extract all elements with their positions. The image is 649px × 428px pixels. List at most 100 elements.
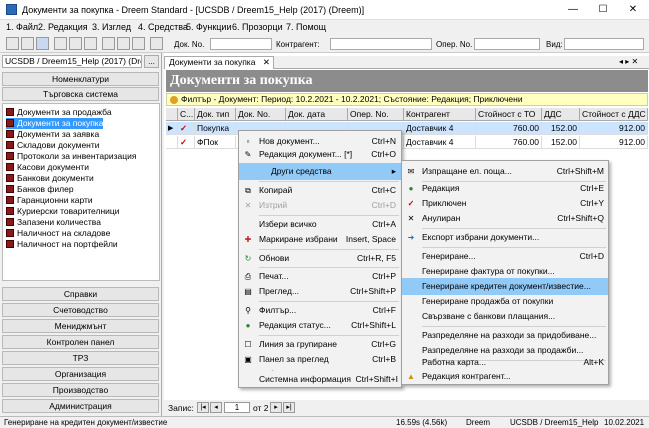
pin-icon: ✚: [244, 235, 252, 244]
tree-item[interactable]: Наличност на складове: [6, 228, 110, 239]
tree-item[interactable]: Документи за продажба: [6, 107, 112, 118]
tree-item[interactable]: Наличност на портфейли: [6, 239, 118, 250]
tree-item-selected[interactable]: Документи за покупка: [6, 118, 104, 129]
menu-item-refresh[interactable]: ↻ Обнови Ctrl+R, F5: [239, 250, 401, 267]
context-menu: ▫ Нов документ... Ctrl+N ✎ Редакция докумен…: [238, 130, 402, 388]
nav-schetovodstvo[interactable]: Счетоводство: [2, 303, 159, 317]
navigation-panel: UCSDB / Dreem15_Help (2017) (Dree ... Но…: [0, 53, 162, 416]
value-vat-cell: 912.00: [580, 136, 648, 149]
database-more-button[interactable]: ...: [144, 55, 159, 68]
menu-help[interactable]: 7. Помощ: [286, 22, 326, 32]
tree-item[interactable]: Касови документи: [6, 162, 89, 173]
preview-icon[interactable]: [117, 37, 130, 50]
last-record-icon[interactable]: ▸|: [283, 402, 295, 413]
menu-view[interactable]: 3. Изглед: [92, 22, 131, 32]
first-record-icon[interactable]: |◂: [197, 402, 209, 413]
column-header[interactable]: Опер. No.: [348, 108, 404, 121]
menu-item-edit-document[interactable]: ✎ Редакция документ... [*] Ctrl+O: [239, 146, 401, 163]
menu-tools[interactable]: 4. Средства: [138, 22, 188, 32]
record-input[interactable]: 1: [224, 402, 250, 413]
status-database: UCSDB / Dreem15_Help: [510, 418, 599, 427]
copy-icon: ⧉: [245, 186, 251, 195]
tree-item[interactable]: Документи за заявка: [6, 129, 99, 140]
column-header[interactable]: Док. No.: [236, 108, 286, 121]
column-header[interactable]: Стойност с ТО: [476, 108, 542, 121]
submenu-item-cancelled[interactable]: ✕ Анулиран Ctrl+Shift+Q: [402, 210, 608, 227]
vid-select[interactable]: [564, 38, 644, 50]
nav-targovska-sistema[interactable]: Търговска система: [2, 87, 159, 101]
column-header[interactable]: ДДС: [542, 108, 580, 121]
warning-icon: ▲: [407, 372, 415, 381]
print-icon[interactable]: [102, 37, 115, 50]
menu-windows[interactable]: 6. Прозорци: [232, 22, 283, 32]
menu-functions[interactable]: 5. Функции: [186, 22, 231, 32]
document-icon: [6, 174, 14, 182]
nav-administratsiya[interactable]: Администрация: [2, 399, 159, 413]
menu-item-edit-status[interactable]: ● Редакция статус... Ctrl+Shift+L: [239, 317, 401, 334]
status-time: 16.59s (4.56k): [396, 418, 448, 427]
oper-no-input[interactable]: [474, 38, 540, 50]
minimize-button[interactable]: —: [558, 0, 588, 20]
tree-item[interactable]: Гаранционни карти: [6, 195, 93, 206]
nav-menidzhmant[interactable]: Мениджмънт: [2, 319, 159, 333]
nav-nomenklaturi[interactable]: Номенклатури: [2, 72, 159, 86]
tree-item[interactable]: Банкови документи: [6, 173, 94, 184]
status-date: 10.02.2021: [604, 418, 645, 427]
tab-close-icon[interactable]: ✕: [263, 57, 270, 68]
column-header[interactable]: Док. дата: [286, 108, 348, 121]
next-record-icon[interactable]: ▸: [270, 402, 282, 413]
column-header[interactable]: Стойност с ДДС: [580, 108, 648, 121]
filter-bar[interactable]: Филтър - Документ: Период: 10.2.2021 - 1…: [166, 93, 648, 106]
menu-item-other-tools[interactable]: Други средства ▸: [239, 163, 401, 180]
save-icon[interactable]: [36, 37, 49, 50]
vat-cell: 152.00: [542, 122, 580, 135]
document-icon: [6, 196, 14, 204]
maximize-button[interactable]: ☐: [588, 0, 618, 20]
menu-item-preview[interactable]: ▤ Преглед... Ctrl+Shift+P: [239, 283, 401, 300]
dok-no-input[interactable]: [210, 38, 272, 50]
menu-file[interactable]: 1. Файл: [6, 22, 38, 32]
nav-spravki[interactable]: Справки: [2, 287, 159, 301]
refresh-icon[interactable]: [132, 37, 145, 50]
menu-item-delete[interactable]: ✕ Изтрий Ctrl+D: [239, 197, 401, 214]
document-icon: [6, 108, 14, 116]
doc-type-cell: ФПок: [195, 136, 236, 149]
prev-record-icon[interactable]: ◂: [210, 402, 222, 413]
tree-item[interactable]: Банков филер: [6, 184, 74, 195]
paste-icon[interactable]: [84, 37, 97, 50]
help-icon[interactable]: [150, 37, 163, 50]
cancel-icon: ✕: [407, 214, 415, 223]
copy-icon[interactable]: [69, 37, 82, 50]
export-icon: ➜: [407, 233, 415, 242]
submenu-item-bank-payments[interactable]: Свързване с банкови плащания...: [402, 308, 608, 325]
menu-item-system-info[interactable]: Системна информация Ctrl+Shift+I: [239, 371, 401, 388]
tree-item[interactable]: Куриерски товарителници: [6, 206, 120, 217]
tree-item[interactable]: Запазени количества: [6, 217, 101, 228]
check-icon: ✓: [407, 199, 415, 208]
kontragent-input[interactable]: [330, 38, 432, 50]
open-icon[interactable]: [21, 37, 34, 50]
submenu-item-send-email[interactable]: ✉ Изпращане ел. поща... Ctrl+Shift+M: [402, 163, 608, 180]
tree-item[interactable]: Складови документи: [6, 140, 100, 151]
cut-icon[interactable]: [54, 37, 67, 50]
submenu-item-export[interactable]: ➜ Експорт избрани документи...: [402, 229, 608, 246]
database-selector[interactable]: UCSDB / Dreem15_Help (2017) (Dree: [2, 55, 142, 68]
column-header[interactable]: Док. тип: [195, 108, 236, 121]
column-header[interactable]: Контрагент: [404, 108, 476, 121]
tree-item[interactable]: Протоколи за инвентаризация: [6, 151, 136, 162]
column-header[interactable]: С...: [178, 108, 195, 121]
value-to-cell: 760.00: [476, 136, 542, 149]
document-icon: [6, 163, 14, 171]
value-to-cell: 760.00: [476, 122, 542, 135]
close-button[interactable]: ✕: [618, 0, 648, 20]
nav-organizatsiya[interactable]: Организация: [2, 367, 159, 381]
nav-kontrolen-panel[interactable]: Контролен панел: [2, 335, 159, 349]
tab-dokumenti-za-pokupka[interactable]: Документи за покупка ✕: [164, 56, 274, 69]
menu-item-mark-selected[interactable]: ✚ Маркиране избрани Insert, Space: [239, 231, 401, 248]
nav-trz[interactable]: ТРЗ: [2, 351, 159, 365]
nav-proizvodstvo[interactable]: Производство: [2, 383, 159, 397]
tab-nav-arrows[interactable]: ◂ ▸ ✕: [619, 57, 638, 66]
menu-edit[interactable]: 2. Редакция: [38, 22, 88, 32]
submenu-item-edit-partner[interactable]: ▲ Редакция контрагент...: [402, 368, 608, 385]
new-icon[interactable]: [6, 37, 19, 50]
